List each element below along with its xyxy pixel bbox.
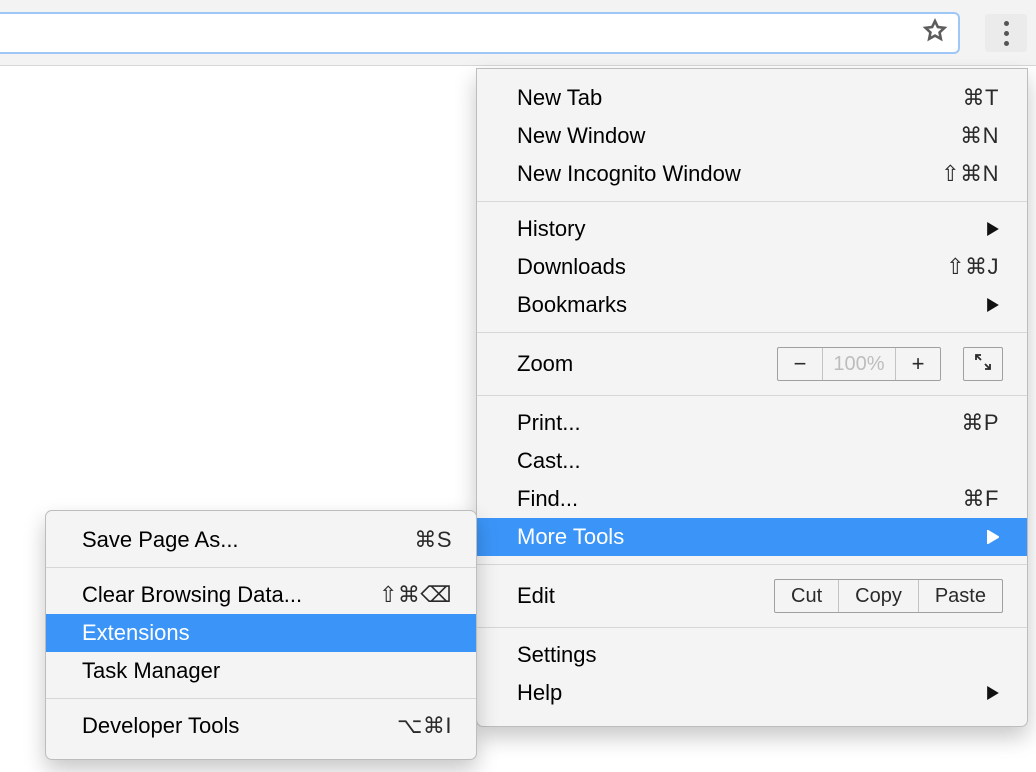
menu-item-zoom: Zoom − 100% +: [477, 341, 1027, 387]
menu-item-label: Print...: [517, 410, 581, 436]
menu-item-downloads[interactable]: Downloads ⇧⌘J: [477, 248, 1027, 286]
chevron-right-icon: [987, 216, 999, 242]
menu-item-shortcut: ⌘T: [963, 85, 999, 111]
submenu-item-clear-data[interactable]: Clear Browsing Data... ⇧⌘⌫: [46, 576, 476, 614]
overflow-menu-button[interactable]: [985, 14, 1027, 52]
menu-item-label: Bookmarks: [517, 292, 627, 318]
menu-item-label: Cast...: [517, 448, 581, 474]
menu-item-label: Zoom: [517, 351, 573, 377]
menu-item-edit: Edit Cut Copy Paste: [477, 573, 1027, 619]
menu-item-label: History: [517, 216, 585, 242]
menu-item-shortcut: ⇧⌘J: [946, 254, 999, 280]
menu-item-more-tools[interactable]: More Tools: [477, 518, 1027, 556]
menu-item-shortcut: ⌘F: [963, 486, 999, 512]
menu-item-shortcut: ⌘P: [961, 410, 999, 436]
menu-item-new-incognito[interactable]: New Incognito Window ⇧⌘N: [477, 155, 1027, 193]
menu-item-label: Settings: [517, 642, 597, 668]
fullscreen-icon: [974, 351, 992, 377]
submenu-item-save-page[interactable]: Save Page As... ⌘S: [46, 521, 476, 559]
cut-button[interactable]: Cut: [775, 580, 838, 612]
menu-item-history[interactable]: History: [477, 210, 1027, 248]
menu-item-shortcut: ⌥⌘I: [397, 713, 452, 739]
star-icon[interactable]: [922, 18, 948, 49]
menu-separator: [477, 627, 1027, 628]
paste-button[interactable]: Paste: [918, 580, 1002, 612]
more-tools-submenu: Save Page As... ⌘S Clear Browsing Data..…: [45, 510, 477, 760]
menu-item-print[interactable]: Print... ⌘P: [477, 404, 1027, 442]
menu-item-find[interactable]: Find... ⌘F: [477, 480, 1027, 518]
zoom-in-button[interactable]: +: [896, 348, 940, 380]
copy-button[interactable]: Copy: [838, 580, 918, 612]
menu-item-label: Task Manager: [82, 658, 220, 684]
chevron-right-icon: [987, 292, 999, 318]
menu-item-label: Downloads: [517, 254, 626, 280]
menu-item-shortcut: ⇧⌘N: [941, 161, 999, 187]
menu-separator: [46, 567, 476, 568]
menu-separator: [477, 395, 1027, 396]
zoom-button-group: − 100% +: [777, 347, 941, 381]
menu-item-label: Help: [517, 680, 562, 706]
menu-item-settings[interactable]: Settings: [477, 636, 1027, 674]
menu-item-new-window[interactable]: New Window ⌘N: [477, 117, 1027, 155]
menu-item-help[interactable]: Help: [477, 674, 1027, 712]
menu-item-label: New Incognito Window: [517, 161, 741, 187]
menu-item-label: More Tools: [517, 524, 624, 550]
menu-item-bookmarks[interactable]: Bookmarks: [477, 286, 1027, 324]
zoom-controls: − 100% +: [777, 347, 1003, 381]
menu-item-label: Edit: [517, 583, 555, 609]
menu-item-label: Find...: [517, 486, 578, 512]
zoom-out-button[interactable]: −: [778, 348, 822, 380]
menu-item-label: Save Page As...: [82, 527, 239, 553]
menu-item-label: Developer Tools: [82, 713, 239, 739]
main-menu: New Tab ⌘T New Window ⌘N New Incognito W…: [476, 68, 1028, 727]
chevron-right-icon: [987, 524, 999, 550]
menu-separator: [477, 201, 1027, 202]
menu-item-shortcut: ⌘S: [414, 527, 452, 553]
menu-item-shortcut: ⇧⌘⌫: [379, 582, 452, 608]
menu-item-label: New Tab: [517, 85, 602, 111]
edit-button-group: Cut Copy Paste: [774, 579, 1003, 613]
browser-toolbar: [0, 0, 1036, 66]
submenu-item-task-manager[interactable]: Task Manager: [46, 652, 476, 690]
menu-separator: [46, 698, 476, 699]
menu-item-label: New Window: [517, 123, 645, 149]
chevron-right-icon: [987, 680, 999, 706]
menu-item-label: Clear Browsing Data...: [82, 582, 302, 608]
menu-separator: [477, 332, 1027, 333]
menu-item-cast[interactable]: Cast...: [477, 442, 1027, 480]
zoom-value: 100%: [822, 348, 896, 380]
menu-separator: [477, 564, 1027, 565]
submenu-item-developer-tools[interactable]: Developer Tools ⌥⌘I: [46, 707, 476, 745]
submenu-item-extensions[interactable]: Extensions: [46, 614, 476, 652]
menu-item-shortcut: ⌘N: [960, 123, 999, 149]
address-bar[interactable]: [0, 12, 960, 54]
menu-item-new-tab[interactable]: New Tab ⌘T: [477, 79, 1027, 117]
vertical-dots-icon: [1004, 21, 1009, 46]
menu-item-label: Extensions: [82, 620, 190, 646]
fullscreen-button[interactable]: [963, 347, 1003, 381]
